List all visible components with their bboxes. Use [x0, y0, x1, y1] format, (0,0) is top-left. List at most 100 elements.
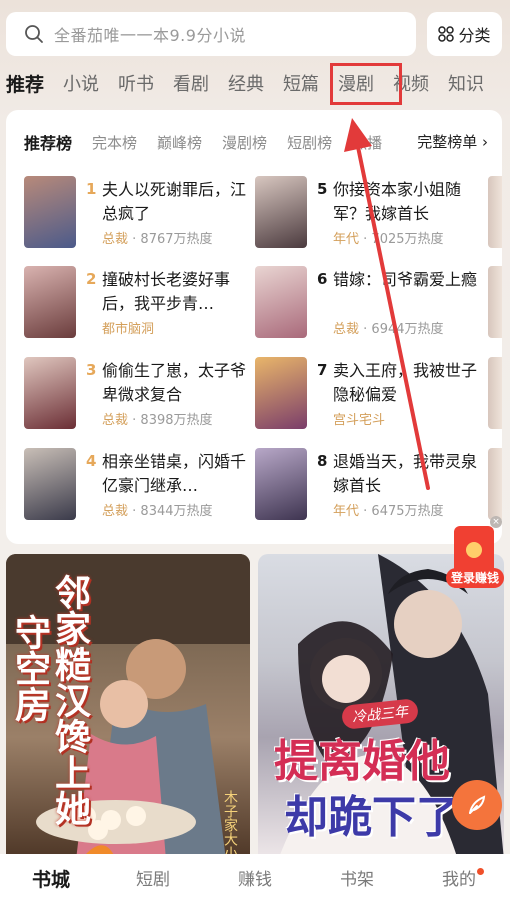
book-title: 相亲坐错桌，闪婚千亿豪门继承…	[102, 452, 247, 495]
book-cover	[24, 448, 76, 520]
bottom-navigation: 书城 短剧 赚钱 书架 我的	[0, 854, 510, 906]
book-genre: 总裁	[102, 504, 129, 519]
book-heat: 6475万热度	[371, 504, 444, 519]
book-title: 夫人以死谢罪后，江总疯了	[102, 180, 247, 223]
book-cover	[24, 266, 76, 338]
search-placeholder: 全番茄唯一一本9.9分小说	[54, 26, 246, 45]
nav-bookshelf[interactable]: 书架	[306, 854, 408, 906]
rank-number: 1	[86, 180, 97, 198]
book-title: 退婚当天，我带灵泉嫁首长	[333, 452, 478, 495]
rank-number: 7	[317, 361, 328, 379]
tab-video[interactable]: 视频	[393, 70, 429, 96]
ranking-tab-short-drama[interactable]: 短剧榜	[287, 132, 332, 153]
book-title: 错嫁：司爷霸爱上瘾	[333, 270, 478, 289]
write-feather-button[interactable]	[452, 780, 502, 830]
book-meta: 年代 · 7025万热度	[333, 228, 444, 247]
ranking-book-item[interactable]: 3 偷偷生了崽，太子爷卑微求复合 总裁 · 8398万热度	[24, 357, 254, 433]
book-genre: 年代	[333, 504, 360, 519]
book-cover	[24, 357, 76, 429]
ranking-book-item[interactable]: 7 卖入王府，我被世子隐秘偏爱宫斗宅斗	[255, 357, 485, 433]
book-cover	[255, 448, 307, 520]
rank-number: 3	[86, 361, 97, 379]
ranking-book-item[interactable]: 8 退婚当天，我带灵泉嫁首长年代 · 6475万热度	[255, 448, 485, 524]
nav-earn[interactable]: 赚钱	[204, 854, 306, 906]
ranking-book-item[interactable]: 6 错嫁：司爷霸爱上瘾 总裁 · 6944万热度	[255, 266, 485, 342]
ranking-card: 推荐榜 完本榜 巅峰榜 漫剧榜 短剧榜 热播 完整榜单 › 1 夫人以死谢罪后，江…	[6, 110, 502, 544]
right-poster-title-line1: 提离婚他	[274, 736, 450, 787]
login-bonus-label: 登录赚钱	[446, 568, 504, 588]
login-bonus-widget[interactable]: 登录赚钱 ×	[446, 516, 504, 594]
tab-recommend[interactable]: 推荐	[6, 70, 44, 97]
close-icon[interactable]: ×	[490, 516, 502, 528]
book-meta: 都市脑洞	[102, 318, 154, 337]
tab-short[interactable]: 短篇	[283, 70, 319, 96]
book-title: 你接资本家小姐随军？我嫁首长	[333, 180, 462, 223]
book-genre: 年代	[333, 232, 360, 247]
next-column-peek	[488, 448, 502, 520]
next-column-peek	[488, 357, 502, 429]
ranking-tab-peak[interactable]: 巅峰榜	[157, 132, 202, 153]
search-row: 全番茄唯一一本9.9分小说 分类	[6, 12, 502, 56]
meta-separator: ·	[128, 504, 141, 519]
ranking-book-item[interactable]: 4 相亲坐错桌，闪婚千亿豪门继承… 总裁 · 8344万热度	[24, 448, 254, 524]
rank-number: 5	[317, 180, 328, 198]
rank-number: 4	[86, 452, 97, 470]
meta-separator: ·	[359, 322, 372, 337]
left-poster-author: 木子家大小	[222, 790, 238, 860]
search-icon	[25, 25, 43, 43]
book-meta: 总裁 · 8767万热度	[102, 228, 213, 247]
book-title: 卖入王府，我被世子隐秘偏爱	[333, 361, 478, 404]
next-column-peek	[488, 176, 502, 248]
right-poster-title: 提离婚他 却跪下了	[274, 734, 460, 846]
tab-audiobook[interactable]: 听书	[118, 70, 154, 96]
book-meta: 总裁 · 8344万热度	[102, 500, 213, 519]
channel-tabs: 推荐 小说 听书 看剧 经典 短篇 漫剧 视频 知识	[6, 62, 510, 104]
book-heat: 8767万热度	[140, 232, 213, 247]
tab-knowledge[interactable]: 知识	[448, 70, 484, 96]
nav-bookstore[interactable]: 书城	[0, 854, 102, 906]
book-meta: 总裁 · 8398万热度	[102, 409, 213, 428]
book-heat: 6944万热度	[371, 322, 444, 337]
nav-short-drama[interactable]: 短剧	[102, 854, 204, 906]
book-meta: 宫斗宅斗	[333, 409, 385, 428]
book-genre: 总裁	[102, 413, 129, 428]
ranking-tab-comic-drama[interactable]: 漫剧榜	[222, 132, 267, 153]
rank-number: 8	[317, 452, 328, 470]
ranking-book-item[interactable]: 5 你接资本家小姐随军？我嫁首长年代 · 7025万热度	[255, 176, 485, 252]
category-button[interactable]: 分类	[427, 12, 502, 56]
book-genre: 都市脑洞	[102, 322, 155, 337]
meta-separator: ·	[359, 232, 372, 247]
feed-card-left[interactable]: 邻家糙汉馋上她 守空房 木子家大小	[6, 554, 250, 860]
book-meta: 年代 · 6475万热度	[333, 500, 444, 519]
book-meta: 总裁 · 6944万热度	[333, 318, 444, 337]
book-cover	[255, 357, 307, 429]
book-heat: 8398万热度	[140, 413, 213, 428]
book-genre: 总裁	[333, 322, 360, 337]
book-heat: 8344万热度	[140, 504, 213, 519]
book-heat: 7025万热度	[371, 232, 444, 247]
ranking-tab-recommend[interactable]: 推荐榜	[24, 130, 72, 154]
nav-me[interactable]: 我的	[408, 854, 510, 906]
ranking-tab-completed[interactable]: 完本榜	[92, 132, 137, 153]
tab-novel[interactable]: 小说	[63, 70, 99, 96]
meta-separator: ·	[128, 413, 141, 428]
rank-number: 6	[317, 270, 328, 288]
book-genre: 总裁	[102, 232, 129, 247]
tab-drama[interactable]: 看剧	[173, 70, 209, 96]
right-poster-title-line2: 却跪下了	[284, 792, 460, 843]
nav-me-label: 我的	[442, 870, 476, 890]
tab-comic-drama[interactable]: 漫剧	[338, 70, 374, 96]
ranking-book-item[interactable]: 2 撞破村长老婆好事后，我平步青… 都市脑洞	[24, 266, 254, 342]
next-column-peek	[488, 266, 502, 338]
tab-classic[interactable]: 经典	[228, 70, 264, 96]
full-ranking-link[interactable]: 完整榜单 ›	[402, 124, 502, 158]
category-label: 分类	[458, 26, 491, 45]
notification-dot	[477, 868, 484, 875]
feather-icon	[469, 795, 486, 814]
book-title: 撞破村长老婆好事后，我平步青…	[102, 270, 231, 313]
book-cover	[255, 176, 307, 248]
search-input[interactable]: 全番茄唯一一本9.9分小说	[6, 12, 416, 56]
ranking-book-item[interactable]: 1 夫人以死谢罪后，江总疯了总裁 · 8767万热度	[24, 176, 254, 252]
left-poster-title-2: 守空房	[9, 614, 50, 722]
ranking-tab-hot[interactable]: 热播	[352, 132, 382, 153]
